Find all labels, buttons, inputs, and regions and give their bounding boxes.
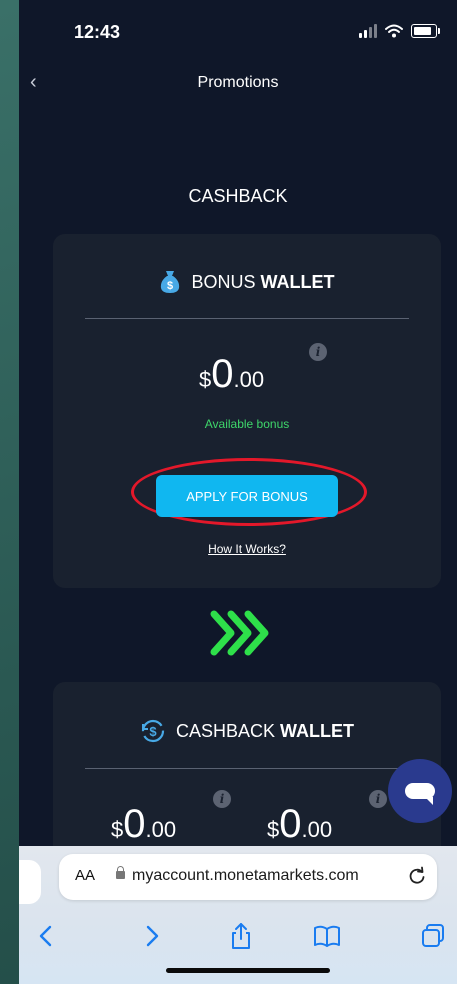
home-indicator <box>166 968 330 973</box>
cashback-title-bold: WALLET <box>280 720 355 741</box>
how-it-works-link[interactable]: How It Works? <box>53 542 441 556</box>
back-arrow-icon[interactable] <box>33 922 61 950</box>
amount-integer: 0 <box>211 352 234 396</box>
bookmarks-icon[interactable] <box>313 922 341 950</box>
tabs-icon[interactable] <box>419 922 447 950</box>
bonus-title-bold: WALLET <box>260 271 335 292</box>
phone-screen: 12:43 ‹ Promotions CASHBACK $ BONUS WALL… <box>19 0 457 984</box>
info-icon[interactable]: i <box>369 790 387 808</box>
amount-integer: 0 <box>123 802 146 846</box>
amount-currency: $ <box>111 817 124 842</box>
address-bar[interactable]: AA myaccount.monetamarkets.com <box>59 854 437 900</box>
page: 12:43 ‹ Promotions CASHBACK $ BONUS WALL… <box>0 0 457 984</box>
divider <box>85 318 409 319</box>
forward-arrow-icon[interactable] <box>137 922 165 950</box>
lock-icon <box>116 866 125 879</box>
cashback-title-light: CASHBACK <box>175 720 275 741</box>
bonus-title-light: BONUS <box>191 271 256 292</box>
previous-tab-stub[interactable] <box>19 860 41 904</box>
status-icons <box>359 24 440 38</box>
amount-decimal: .00 <box>145 817 177 842</box>
chat-button[interactable] <box>388 759 452 823</box>
bonus-amount: $0.00 <box>199 352 264 397</box>
amount-decimal: .00 <box>301 817 333 842</box>
amount-currency: $ <box>267 817 280 842</box>
cashback-amount-1: $0.00 <box>111 802 176 847</box>
available-bonus-label: Available bonus <box>204 417 290 431</box>
bonus-wallet-card: $ BONUS WALLET $0.00 i Available bonus A… <box>53 234 441 588</box>
cashback-amount-2: $0.00 <box>267 802 332 847</box>
apply-for-bonus-button[interactable]: APPLY FOR BONUS <box>156 475 338 517</box>
info-icon[interactable]: i <box>213 790 231 808</box>
svg-text:$: $ <box>149 724 157 739</box>
section-title: CASHBACK <box>188 186 288 206</box>
amount-decimal: .00 <box>233 367 265 392</box>
reload-icon[interactable] <box>407 866 427 886</box>
status-time: 12:43 <box>74 22 121 42</box>
amount-currency: $ <box>199 367 212 392</box>
divider <box>85 768 409 769</box>
cashback-cycle-icon: $ <box>141 719 165 743</box>
info-icon[interactable]: i <box>309 343 327 361</box>
cashback-wallet-header: $ CASHBACK WALLET <box>53 718 441 744</box>
url-text[interactable]: myaccount.monetamarkets.com <box>132 867 359 885</box>
browser-toolbar: AA myaccount.monetamarkets.com <box>19 846 457 984</box>
wifi-icon <box>385 24 403 38</box>
reader-settings-button[interactable]: AA <box>75 867 95 884</box>
bonus-wallet-header: $ BONUS WALLET <box>53 270 441 294</box>
amount-integer: 0 <box>279 802 302 846</box>
signal-icon <box>359 24 377 38</box>
share-icon[interactable] <box>227 922 255 950</box>
svg-text:$: $ <box>167 280 173 292</box>
money-bag-icon: $ <box>161 271 180 293</box>
page-title: Promotions <box>197 74 279 91</box>
chevrons-down-icon <box>210 610 269 656</box>
battery-icon <box>411 24 440 38</box>
chat-bubble-icon <box>405 783 435 805</box>
